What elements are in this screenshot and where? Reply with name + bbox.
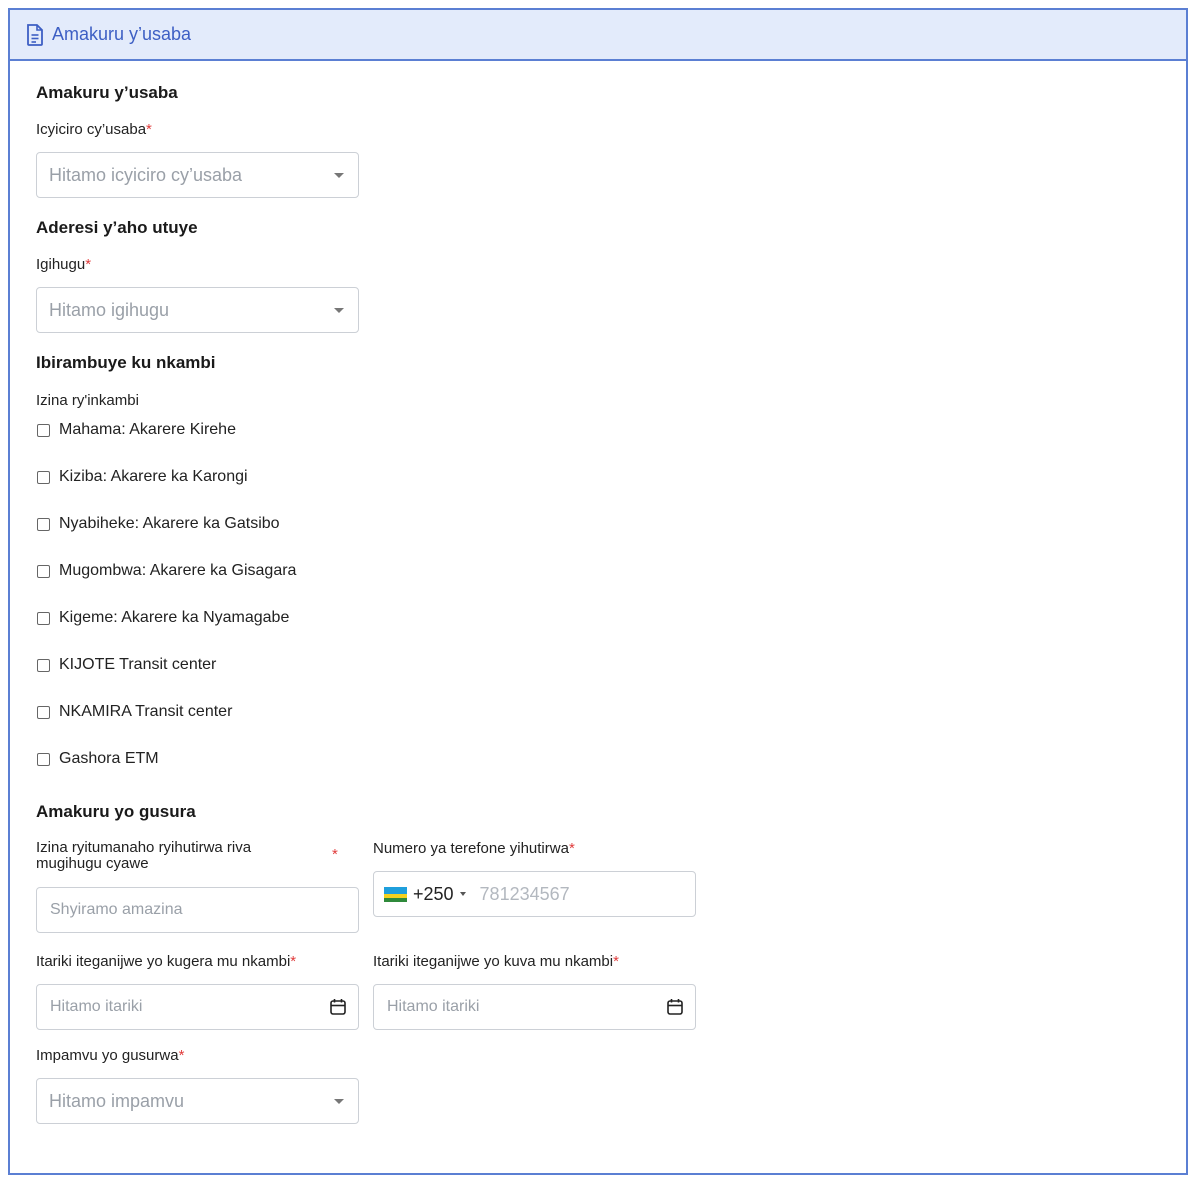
checkbox[interactable] — [37, 423, 50, 437]
checkbox[interactable] — [37, 517, 50, 531]
card-header: Amakuru y’usaba — [10, 10, 1186, 61]
section-address-title: Aderesi y’aho utuye — [36, 218, 198, 237]
camp-option[interactable]: Nyabiheke: Akarere ka Gatsibo — [37, 515, 280, 533]
camp-option[interactable]: Kiziba: Akarere ka Karongi — [37, 468, 248, 486]
chevron-down-icon — [334, 1099, 344, 1104]
calendar-icon[interactable] — [667, 998, 683, 1016]
arrival-date-label: Itariki iteganijwe yo kugera mu nkambi* — [36, 953, 297, 970]
chevron-down-icon[interactable] — [459, 892, 466, 896]
camp-label: Izina ry'inkambi — [36, 392, 139, 409]
camp-option[interactable]: Mugombwa: Akarere ka Gisagara — [37, 562, 296, 580]
section-applicant-title: Amakuru y’usaba — [36, 83, 178, 102]
phone-label: Numero ya terefone yihutirwa* — [373, 840, 575, 857]
chevron-down-icon — [334, 173, 344, 178]
applicant-info-card: Amakuru y’usaba Amakuru y’usaba Icyiciro… — [8, 8, 1188, 1175]
chevron-down-icon — [334, 308, 344, 313]
checkbox[interactable] — [37, 658, 50, 672]
category-select[interactable]: Hitamo icyiciro cy’usaba — [36, 152, 359, 198]
country-label: Igihugu* — [36, 256, 92, 273]
checkbox[interactable] — [37, 564, 50, 578]
phone-country-code[interactable]: +250 — [413, 884, 454, 905]
host-name-required: * — [332, 846, 338, 863]
rwanda-flag-icon[interactable] — [384, 886, 407, 902]
reason-select[interactable]: Hitamo impamvu — [36, 1078, 359, 1124]
phone-placeholder: 781234567 — [479, 883, 570, 904]
departure-date-input[interactable]: Hitamo itariki — [373, 984, 696, 1030]
host-name-placeholder: Shyiramo amazina — [50, 901, 183, 918]
category-placeholder: Hitamo icyiciro cy’usaba — [49, 164, 243, 185]
category-label: Icyiciro cy’usaba* — [36, 121, 152, 138]
card-title: Amakuru y’usaba — [52, 24, 192, 44]
camp-option[interactable]: KIJOTE Transit center — [37, 656, 216, 674]
departure-date-placeholder: Hitamo itariki — [387, 998, 480, 1015]
country-placeholder: Hitamo igihugu — [49, 299, 170, 320]
camp-option[interactable]: Gashora ETM — [37, 750, 159, 768]
departure-date-label: Itariki iteganijwe yo kuva mu nkambi* — [373, 953, 619, 970]
camp-option[interactable]: Kigeme: Akarere ka Nyamagabe — [37, 609, 289, 627]
checkbox[interactable] — [37, 611, 50, 625]
document-icon — [26, 23, 44, 46]
checkbox[interactable] — [37, 470, 50, 484]
checkbox[interactable] — [37, 705, 50, 719]
section-camp-title: Ibirambuye ku nkambi — [36, 353, 216, 372]
reason-placeholder: Hitamo impamvu — [49, 1090, 185, 1111]
country-select[interactable]: Hitamo igihugu — [36, 287, 359, 333]
camp-option[interactable]: Mahama: Akarere Kirehe — [37, 421, 236, 439]
camp-option[interactable]: NKAMIRA Transit center — [37, 703, 232, 721]
arrival-date-placeholder: Hitamo itariki — [50, 998, 143, 1015]
arrival-date-input[interactable]: Hitamo itariki — [36, 984, 359, 1030]
reason-label: Impamvu yo gusurwa* — [36, 1047, 185, 1064]
calendar-icon[interactable] — [330, 998, 346, 1016]
checkbox[interactable] — [37, 752, 50, 766]
host-name-label: Izina ryitumanaho ryihutirwa riva mugihu… — [36, 839, 252, 872]
host-name-input[interactable]: Shyiramo amazina — [36, 887, 359, 933]
phone-input[interactable]: +250 781234567 — [373, 871, 696, 917]
section-visit-title: Amakuru yo gusura — [36, 802, 196, 821]
